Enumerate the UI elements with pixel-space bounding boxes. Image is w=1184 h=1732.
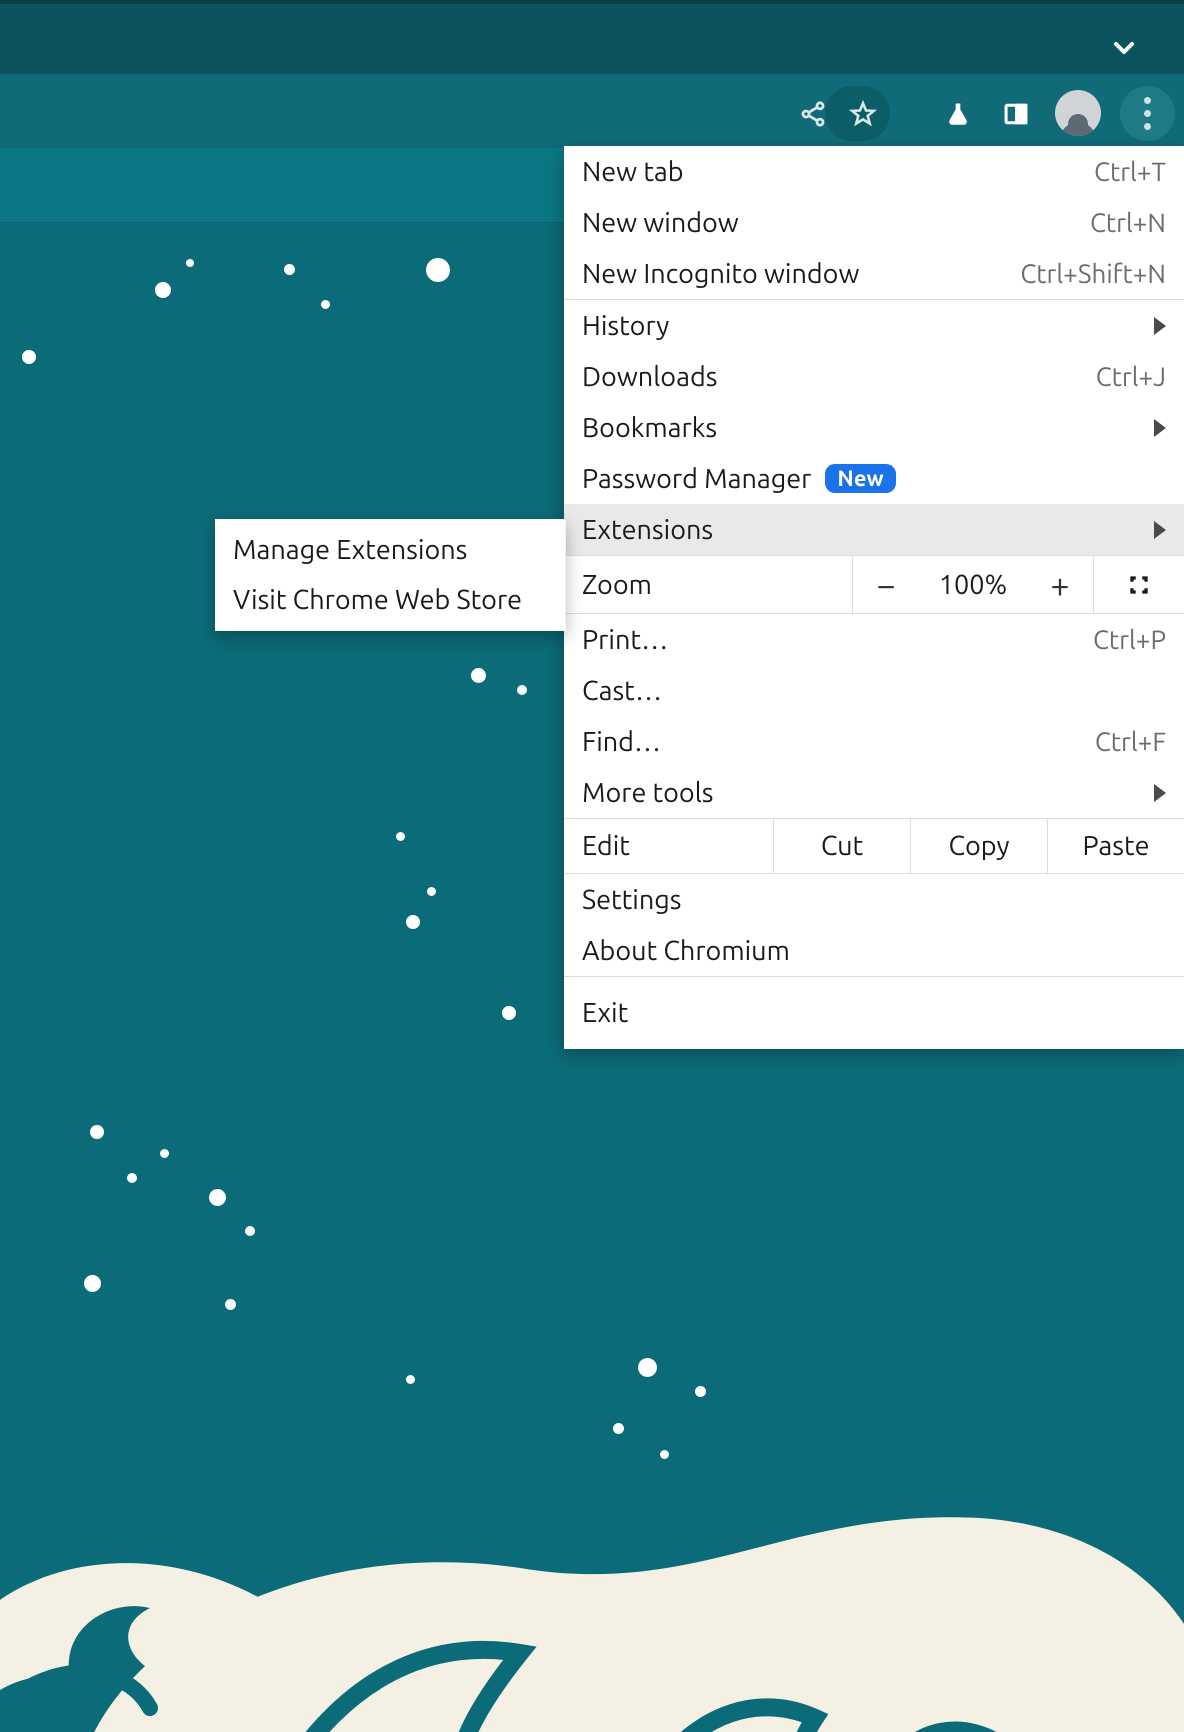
submenu-item-label: Manage Extensions [233, 535, 467, 565]
submenu-item-chrome-web-store[interactable]: Visit Chrome Web Store [215, 575, 566, 625]
main-menu: New tab Ctrl+T New window Ctrl+N New Inc… [564, 146, 1184, 1049]
menu-item-new-tab[interactable]: New tab Ctrl+T [564, 146, 1184, 197]
menu-item-settings[interactable]: Settings [564, 874, 1184, 925]
decoration-dot [321, 300, 330, 309]
decoration-dot [127, 1173, 137, 1183]
decoration-dot [426, 258, 450, 282]
menu-item-shortcut: Ctrl+F [1095, 727, 1166, 756]
menu-item-label: New Incognito window [582, 259, 1020, 289]
menu-item-shortcut: Ctrl+N [1090, 208, 1166, 237]
menu-item-downloads[interactable]: Downloads Ctrl+J [564, 351, 1184, 402]
decoration-dot [284, 264, 295, 275]
menu-item-label: New window [582, 208, 1090, 238]
star-icon[interactable] [846, 97, 880, 131]
menu-item-new-window[interactable]: New window Ctrl+N [564, 197, 1184, 248]
copy-button[interactable]: Copy [910, 819, 1047, 873]
menu-item-print[interactable]: Print… Ctrl+P [564, 614, 1184, 665]
decoration-dot [471, 668, 486, 683]
decoration-dot [160, 1149, 169, 1158]
menu-item-bookmarks[interactable]: Bookmarks [564, 402, 1184, 453]
cut-button[interactable]: Cut [773, 819, 910, 873]
menu-item-label: Password Manager [582, 464, 811, 494]
decoration-wave [0, 1208, 1184, 1732]
menu-item-shortcut: Ctrl+T [1094, 157, 1166, 186]
submenu-item-manage-extensions[interactable]: Manage Extensions [215, 525, 566, 575]
menu-item-extensions[interactable]: Extensions [564, 504, 1184, 555]
decoration-dot [396, 832, 405, 841]
decoration-dot [406, 915, 420, 929]
menu-item-label: Find… [582, 727, 1095, 757]
flask-icon[interactable] [941, 97, 975, 131]
menu-item-label: Settings [582, 885, 1166, 915]
menu-item-find[interactable]: Find… Ctrl+F [564, 716, 1184, 767]
chevron-right-icon [1154, 784, 1166, 802]
menu-item-shortcut: Ctrl+Shift+N [1020, 259, 1166, 288]
menu-item-label: Downloads [582, 362, 1096, 392]
fullscreen-button[interactable] [1093, 556, 1184, 613]
decoration-dot [186, 259, 194, 267]
menu-item-more-tools[interactable]: More tools [564, 767, 1184, 818]
profile-icon[interactable] [1055, 90, 1101, 136]
zoom-value: 100% [919, 556, 1027, 613]
chevron-right-icon [1154, 317, 1166, 335]
decoration-dot [502, 1006, 516, 1020]
menu-item-label: Bookmarks [582, 413, 1146, 443]
menu-item-label: Exit [582, 998, 1166, 1028]
paste-button[interactable]: Paste [1047, 819, 1184, 873]
zoom-label: Zoom [564, 570, 852, 600]
edit-label: Edit [564, 819, 773, 873]
menu-item-about[interactable]: About Chromium [564, 925, 1184, 976]
decoration-dot [155, 282, 171, 298]
zoom-in-button[interactable]: + [1027, 556, 1093, 613]
menu-item-label: Cast… [582, 676, 1166, 706]
menu-item-exit[interactable]: Exit [564, 977, 1184, 1049]
plus-icon: + [1050, 566, 1069, 604]
menu-item-label: New tab [582, 157, 1094, 187]
app-window: New tab Ctrl+T New window Ctrl+N New Inc… [0, 0, 1184, 1732]
menu-item-password-manager[interactable]: Password Manager New [564, 453, 1184, 504]
menu-item-zoom: Zoom − 100% + [564, 555, 1184, 614]
decoration-dot [427, 887, 436, 896]
panel-icon[interactable] [999, 97, 1033, 131]
menu-item-cast[interactable]: Cast… [564, 665, 1184, 716]
menu-item-label: More tools [582, 778, 1146, 808]
menu-item-edit: Edit Cut Copy Paste [564, 818, 1184, 874]
new-badge: New [825, 464, 895, 493]
menu-item-label: About Chromium [582, 936, 1166, 966]
menu-item-label: Extensions [582, 515, 1146, 545]
decoration-dot [22, 350, 36, 364]
extensions-submenu: Manage Extensions Visit Chrome Web Store [215, 519, 566, 631]
menu-item-shortcut: Ctrl+J [1096, 362, 1166, 391]
decoration-dot [90, 1125, 104, 1139]
menu-item-label: History [582, 311, 1146, 341]
decoration-dot [517, 685, 527, 695]
chevron-right-icon [1154, 521, 1166, 539]
minus-icon: − [876, 566, 895, 604]
submenu-item-label: Visit Chrome Web Store [233, 585, 522, 615]
menu-item-history[interactable]: History [564, 300, 1184, 351]
menu-item-label: Print… [582, 625, 1093, 655]
chevron-down-icon[interactable] [1108, 32, 1140, 68]
menu-item-shortcut: Ctrl+P [1093, 625, 1166, 654]
window-titlebar [0, 0, 1184, 74]
avatar-body [1060, 122, 1096, 136]
decoration-dot [209, 1189, 226, 1206]
menu-kebab-icon[interactable] [1120, 86, 1175, 141]
chevron-right-icon [1154, 419, 1166, 437]
menu-item-new-incognito[interactable]: New Incognito window Ctrl+Shift+N [564, 248, 1184, 299]
zoom-out-button[interactable]: − [852, 556, 919, 613]
